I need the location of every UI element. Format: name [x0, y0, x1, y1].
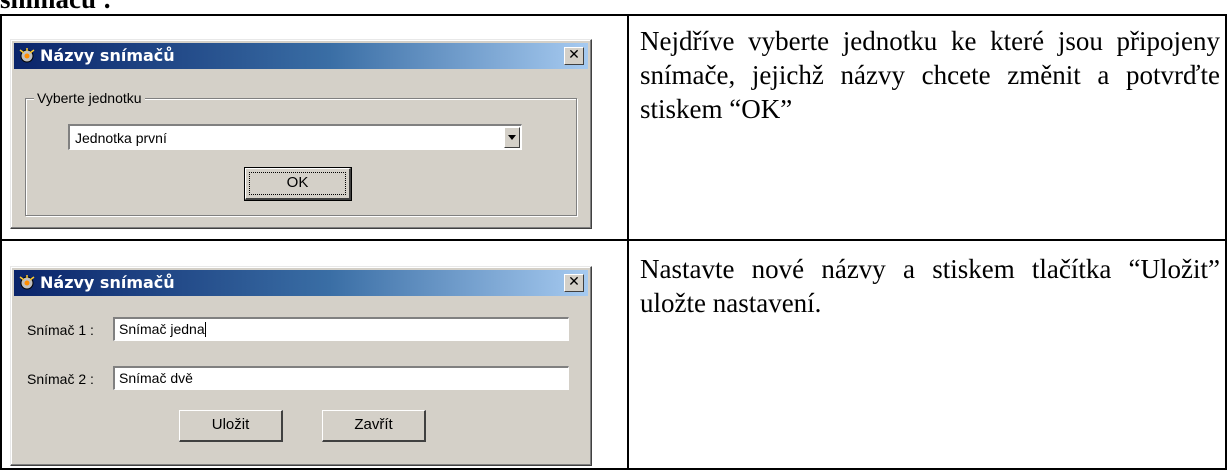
table-column-divider — [627, 14, 629, 470]
unit-select[interactable]: Jednotka první — [68, 124, 522, 150]
sensor1-label: Snímač 1 : — [27, 322, 94, 338]
sensor-names-dialog: Názvy snímačů ✕ Snímač 1 : Snímač jedna … — [10, 266, 592, 466]
unit-select-dialog: Názvy snímačů ✕ Vyberte jednotku Jednotk… — [10, 39, 592, 229]
save-button[interactable]: Uložit — [179, 410, 283, 442]
text-caret — [204, 322, 206, 337]
unit-groupbox: Vyberte jednotku Jednotka první OK — [25, 90, 577, 216]
heading-fragment: snímačů : — [0, 0, 112, 14]
ok-button[interactable]: OK — [244, 167, 352, 201]
dialog-titlebar[interactable]: Názvy snímačů ✕ — [14, 43, 588, 69]
close-button-label: Zavřít — [354, 416, 393, 433]
sensor1-value: Snímač jedna — [119, 321, 205, 337]
close-icon[interactable]: ✕ — [564, 47, 584, 65]
row2-description: Nastavte nové názvy a stiskem tlačítka “… — [640, 254, 1220, 318]
group-label: Vyberte jednotku — [34, 90, 145, 106]
table-row-divider — [0, 239, 1227, 241]
app-icon — [19, 275, 35, 290]
dialog-titlebar[interactable]: Názvy snímačů ✕ — [14, 270, 588, 296]
instruction-table: Nejdříve vyberte jednotku ke které jsou … — [0, 14, 1227, 470]
row1-description: Nejdříve vyberte jednotku ke které jsou … — [640, 26, 1220, 124]
sensor1-input[interactable]: Snímač jedna — [113, 317, 569, 341]
focus-rect — [249, 172, 346, 195]
sensor2-value: Snímač dvě — [119, 370, 193, 386]
table-border-left — [0, 14, 2, 470]
sensor2-input[interactable]: Snímač dvě — [113, 366, 569, 390]
save-button-label: Uložit — [211, 416, 250, 433]
close-icon[interactable]: ✕ — [564, 274, 584, 292]
table-border-top — [0, 14, 1227, 16]
unit-select-value: Jednotka první — [75, 130, 167, 146]
dialog-title: Názvy snímačů — [40, 273, 175, 292]
sensor2-label: Snímač 2 : — [27, 371, 94, 387]
dialog-title: Názvy snímačů — [40, 46, 175, 65]
app-icon — [19, 48, 35, 63]
close-button[interactable]: Zavřít — [322, 410, 426, 442]
dropdown-arrow-icon[interactable] — [504, 127, 520, 148]
